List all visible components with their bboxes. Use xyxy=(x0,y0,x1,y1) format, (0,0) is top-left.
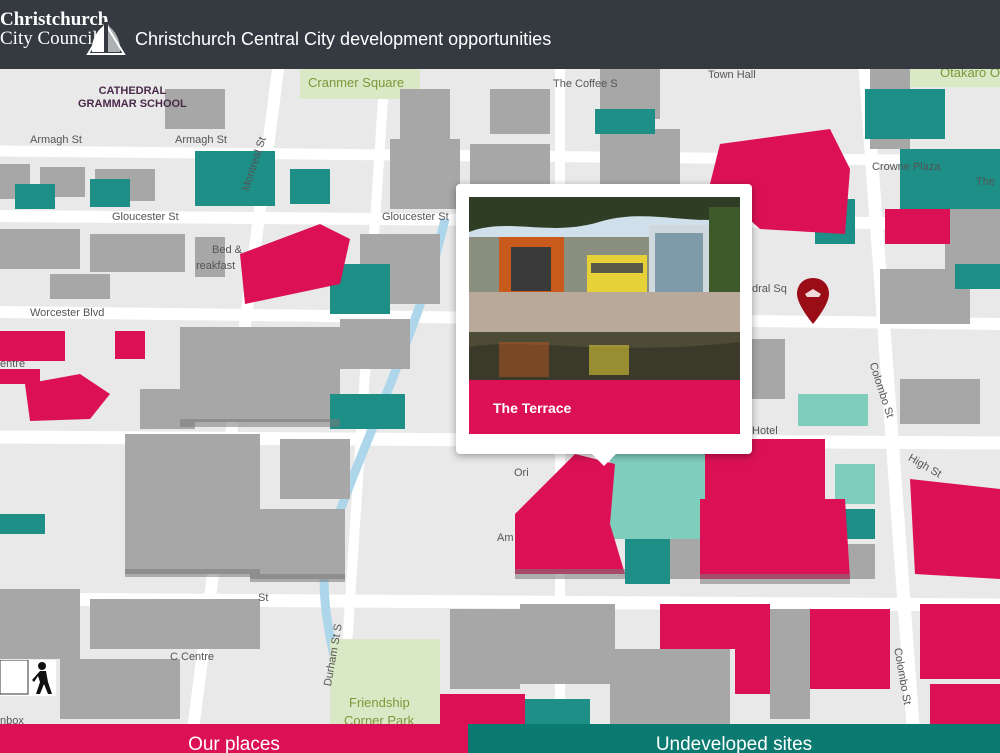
coffee-label: The Coffee S xyxy=(553,78,618,90)
app-title: Christchurch Central City development op… xyxy=(135,29,552,49)
place-popup[interactable]: The Terrace xyxy=(456,184,752,454)
terrace-photo-illustration xyxy=(469,197,740,380)
armagh-st-label-2: Armagh St xyxy=(175,134,227,146)
worcester-blvd-label: Worcester Blvd xyxy=(30,307,105,319)
popup-pointer xyxy=(590,452,618,466)
bed-label-2: reakfast xyxy=(196,260,236,272)
street-view-button[interactable] xyxy=(0,659,56,696)
town-hall-label: Town Hall xyxy=(708,69,756,81)
c-centre-label: C Centre xyxy=(170,651,215,663)
app-header: Christchurch City Council Christchurch C… xyxy=(0,0,1000,69)
cathedral-label-line1: CATHEDRAL xyxy=(98,85,167,97)
st-label: St xyxy=(258,592,269,604)
cathedral-sq-label: dral Sq xyxy=(752,283,787,295)
ori-label: Ori xyxy=(514,467,529,479)
am-label: Am xyxy=(497,532,514,544)
centre-label: entre xyxy=(0,358,26,370)
terrace-photo xyxy=(469,197,740,380)
popup-caption[interactable]: The Terrace xyxy=(469,380,740,434)
pedestrian-icon xyxy=(0,659,52,695)
logo-line-1: Christchurch xyxy=(0,9,109,30)
cathedral-logo-icon xyxy=(86,18,126,55)
hotel-label: Hotel xyxy=(752,425,778,437)
crowne-plaza-label: Crowne Plaza xyxy=(872,161,941,173)
location-pin-icon[interactable] xyxy=(796,277,830,325)
council-logo[interactable]: Christchurch City Council xyxy=(0,9,109,49)
gloucester-st-label-1: Gloucester St xyxy=(112,211,179,223)
logo-line-2: City Council xyxy=(0,28,98,49)
cranmer-square-label: Cranmer Square xyxy=(308,75,405,90)
cathedral-grammar-label: CATHEDRAL GRAMMAR SCHOOL xyxy=(78,85,187,111)
friendship-label-1: Friendship xyxy=(349,695,410,710)
tab-undeveloped-sites[interactable]: Undeveloped sites xyxy=(468,724,1000,753)
otakaro-label: Otakaro Or xyxy=(940,69,1000,80)
bed-label-1: Bed & xyxy=(212,244,242,256)
gloucester-st-label-2: Gloucester St xyxy=(382,211,449,223)
the-label: The xyxy=(976,176,995,188)
armagh-st-label-1: Armagh St xyxy=(30,134,82,146)
tab-our-places[interactable]: Our places xyxy=(0,724,468,753)
cathedral-label-line2: GRAMMAR SCHOOL xyxy=(78,98,187,110)
popup-title[interactable]: The Terrace xyxy=(493,400,571,416)
